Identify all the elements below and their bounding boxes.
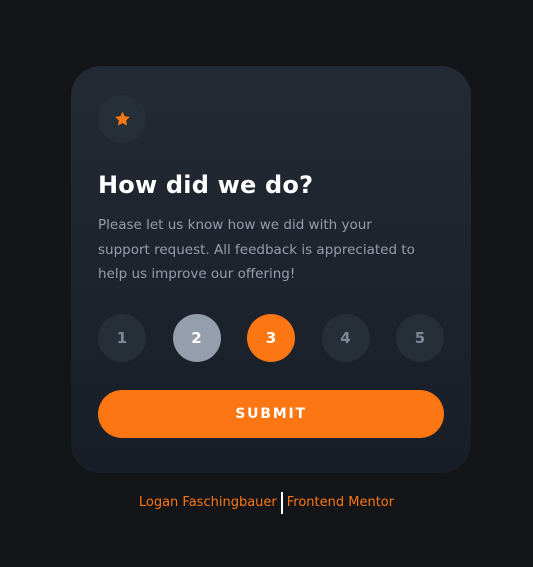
rating-option-2[interactable]: 2 bbox=[172, 313, 221, 362]
attribution-divider bbox=[280, 491, 283, 514]
star-badge bbox=[98, 95, 146, 143]
card-title: How did we do? bbox=[98, 171, 314, 199]
star-icon bbox=[114, 111, 131, 127]
rating-options: 1 2 3 4 5 bbox=[98, 313, 444, 362]
submit-button[interactable]: SUBMIT bbox=[98, 389, 444, 438]
rating-option-3[interactable]: 3 bbox=[247, 313, 295, 362]
author-link[interactable]: Logan Faschingbauer bbox=[139, 495, 277, 510]
rating-option-1[interactable]: 1 bbox=[98, 313, 146, 362]
rating-card: How did we do? Please let us know how we… bbox=[71, 66, 471, 473]
site-link[interactable]: Frontend Mentor bbox=[287, 495, 394, 510]
rating-option-4[interactable]: 4 bbox=[321, 313, 370, 362]
card-description: Please let us know how we did with your … bbox=[98, 217, 415, 282]
attribution: Logan Faschingbauer Frontend Mentor bbox=[0, 490, 533, 516]
rating-option-5[interactable]: 5 bbox=[396, 313, 444, 362]
